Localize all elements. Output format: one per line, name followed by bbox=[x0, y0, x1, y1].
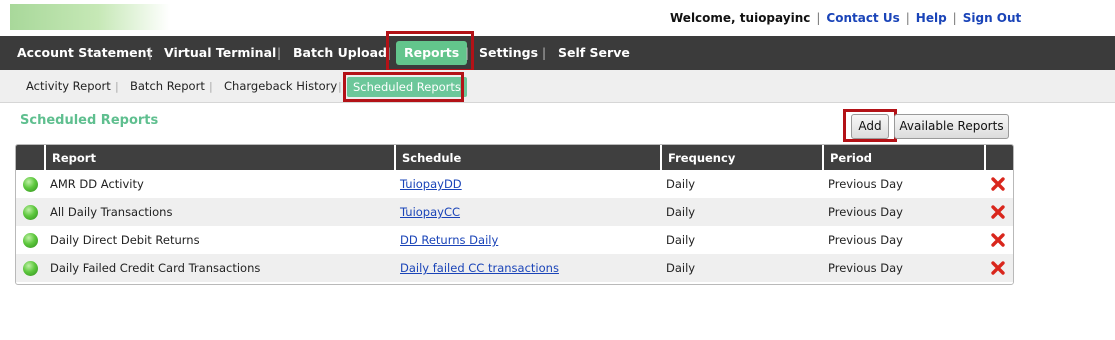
column-header[interactable]: Frequency bbox=[661, 145, 824, 170]
highlight-add-box bbox=[843, 109, 897, 142]
period-cell: Previous Day bbox=[823, 198, 985, 226]
highlight-scheduled-reports-box bbox=[343, 72, 464, 102]
period-cell: Previous Day bbox=[828, 233, 903, 247]
table-row: Daily Direct Debit Returns DD Returns Da… bbox=[16, 226, 1013, 254]
delete-icon[interactable] bbox=[990, 232, 1006, 248]
divider: | bbox=[542, 46, 547, 60]
table-header-row: Report Schedule Frequency Period bbox=[16, 145, 1013, 170]
status-active-icon bbox=[23, 260, 38, 276]
action-column-header bbox=[985, 145, 1013, 170]
subnav-batch-report[interactable]: Batch Report bbox=[130, 70, 205, 103]
frequency-cell: Daily bbox=[661, 198, 823, 226]
divider: | bbox=[115, 80, 119, 93]
delete-icon[interactable] bbox=[990, 204, 1006, 220]
available-reports-button[interactable]: Available Reports bbox=[894, 114, 1009, 139]
report-name: AMR DD Activity bbox=[50, 177, 144, 191]
divider: | bbox=[209, 80, 213, 93]
schedule-link[interactable]: TuiopayCC bbox=[400, 205, 460, 219]
report-name: Daily Direct Debit Returns bbox=[50, 233, 200, 247]
table-row: AMR DD Activity TuiopayDD Daily Previous… bbox=[16, 170, 1013, 198]
column-header[interactable]: Period bbox=[823, 145, 986, 170]
status-active-icon bbox=[23, 204, 38, 220]
divider: | bbox=[816, 11, 821, 25]
frequency-cell: Daily bbox=[666, 233, 696, 247]
divider: | bbox=[338, 80, 342, 93]
sub-nav: Activity Report | Batch Report | Chargeb… bbox=[0, 70, 1115, 103]
divider: | bbox=[148, 46, 153, 60]
divider: | bbox=[905, 11, 910, 25]
nav-batch-upload[interactable]: Batch Upload bbox=[293, 36, 387, 70]
welcome-text: Welcome, tuiopayinc bbox=[670, 11, 811, 25]
period-cell: Previous Day bbox=[828, 177, 903, 191]
page-title: Scheduled Reports bbox=[20, 113, 159, 128]
help-link[interactable]: Help bbox=[916, 11, 947, 25]
schedule-link[interactable]: TuiopayDD bbox=[400, 177, 462, 191]
report-name: Daily Failed Credit Card Transactions bbox=[45, 254, 395, 282]
divider: | bbox=[277, 46, 282, 60]
frequency-cell: Daily bbox=[666, 177, 696, 191]
divider: | bbox=[952, 11, 957, 25]
nav-self-serve[interactable]: Self Serve bbox=[558, 36, 630, 70]
period-cell: Previous Day bbox=[823, 254, 985, 282]
company-logo bbox=[10, 4, 170, 30]
subnav-activity-report[interactable]: Activity Report bbox=[26, 70, 111, 103]
table-row: All Daily Transactions TuiopayCC Daily P… bbox=[16, 198, 1013, 226]
highlight-reports-box bbox=[386, 31, 474, 72]
nav-account-statement[interactable]: Account Statement bbox=[17, 36, 152, 70]
status-active-icon bbox=[23, 232, 38, 248]
frequency-cell: Daily bbox=[661, 254, 823, 282]
delete-icon[interactable] bbox=[990, 176, 1006, 192]
status-column-header bbox=[16, 145, 46, 170]
contact-us-link[interactable]: Contact Us bbox=[826, 11, 899, 25]
nav-virtual-terminal[interactable]: Virtual Terminal bbox=[164, 36, 276, 70]
top-links: Welcome, tuiopayinc | Contact Us | Help … bbox=[670, 10, 1021, 26]
column-header[interactable]: Report bbox=[45, 145, 396, 170]
main-nav: Account Statement | Virtual Terminal | B… bbox=[0, 36, 1115, 70]
column-header[interactable]: Schedule bbox=[395, 145, 662, 170]
delete-icon[interactable] bbox=[990, 260, 1006, 276]
schedule-link[interactable]: DD Returns Daily bbox=[400, 233, 498, 247]
sign-out-link[interactable]: Sign Out bbox=[963, 11, 1022, 25]
scheduled-reports-table: Report Schedule Frequency Period AMR DD … bbox=[15, 144, 1014, 285]
subnav-chargeback-history[interactable]: Chargeback History bbox=[224, 70, 337, 103]
status-active-icon bbox=[23, 176, 38, 192]
report-name: All Daily Transactions bbox=[45, 198, 395, 226]
nav-settings[interactable]: Settings bbox=[479, 36, 538, 70]
table-row: Daily Failed Credit Card Transactions Da… bbox=[16, 254, 1013, 282]
schedule-link[interactable]: Daily failed CC transactions bbox=[400, 261, 559, 275]
